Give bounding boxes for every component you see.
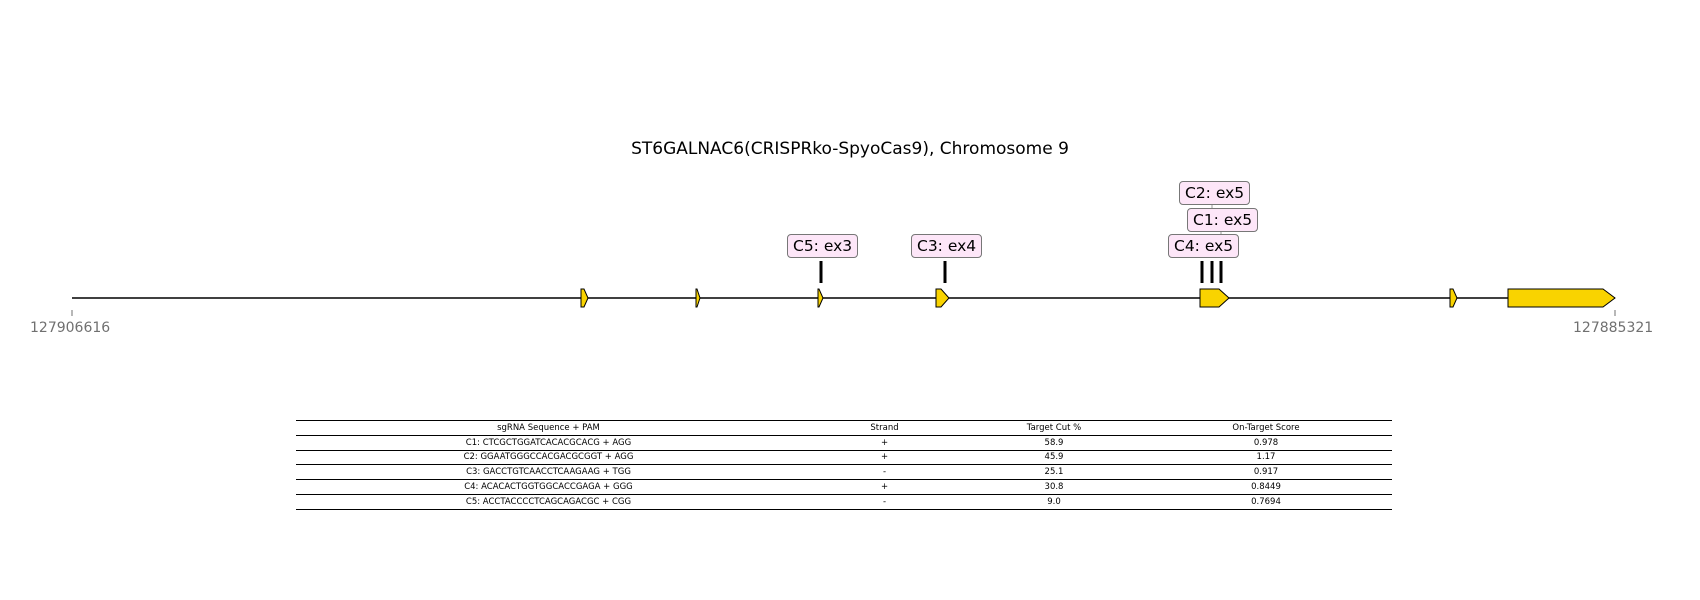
guide-label-c2: C2: ex5 <box>1179 181 1251 205</box>
cell-strand: - <box>801 494 968 510</box>
header-cut: Target Cut % <box>968 420 1140 436</box>
cell-cut: 45.9 <box>968 450 1140 466</box>
exon-3 <box>817 288 824 308</box>
table-header-row: sgRNA Sequence + PAM Strand Target Cut %… <box>296 420 1392 436</box>
table-row: C1: CTCGCTGGATCACACGCACG + AGG + 58.9 0.… <box>296 435 1392 451</box>
table-row: C5: ACCTACCCCTCAGCAGACGC + CGG - 9.0 0.7… <box>296 494 1392 510</box>
cell-strand: + <box>801 450 968 466</box>
cell-score: 0.8449 <box>1140 479 1392 495</box>
exon-7 <box>1507 288 1616 308</box>
header-score: On-Target Score <box>1140 420 1392 436</box>
cell-sequence: C3: GACCTGTCAACCTCAAGAAG + TGG <box>296 464 801 481</box>
gene-track <box>71 203 1616 316</box>
gene-figure: ST6GALNAC6(CRISPRko-SpyoCas9), Chromosom… <box>0 0 1700 600</box>
guide-label-c4: C4: ex5 <box>1168 234 1240 258</box>
header-sequence: sgRNA Sequence + PAM <box>296 420 801 436</box>
cell-sequence: C4: ACACACTGGTGGCACCGAGA + GGG <box>296 479 801 495</box>
cell-score: 0.978 <box>1140 435 1392 451</box>
table-row: C3: GACCTGTCAACCTCAAGAAG + TGG - 25.1 0.… <box>296 464 1392 481</box>
cell-score: 0.7694 <box>1140 494 1392 510</box>
exon-5 <box>1199 288 1230 308</box>
table-row: C2: GGAATGGGCCACGACGCGGT + AGG + 45.9 1.… <box>296 450 1392 466</box>
cell-sequence: C1: CTCGCTGGATCACACGCACG + AGG <box>296 435 801 451</box>
header-strand: Strand <box>801 420 968 436</box>
guide-label-c5: C5: ex3 <box>787 234 859 258</box>
guide-table: sgRNA Sequence + PAM Strand Target Cut %… <box>296 420 1392 510</box>
exon-1 <box>580 288 589 308</box>
cell-score: 0.917 <box>1140 464 1392 481</box>
table-row: C4: ACACACTGGTGGCACCGAGA + GGG + 30.8 0.… <box>296 479 1392 495</box>
exon-4 <box>935 288 950 308</box>
cell-strand: - <box>801 464 968 481</box>
coordinate-end: 127885321 <box>1573 320 1654 336</box>
cell-strand: + <box>801 479 968 495</box>
cell-cut: 25.1 <box>968 464 1140 481</box>
cell-strand: + <box>801 435 968 451</box>
guide-label-c3: C3: ex4 <box>911 234 983 258</box>
cell-cut: 9.0 <box>968 494 1140 510</box>
cell-sequence: C2: GGAATGGGCCACGACGCGGT + AGG <box>296 450 801 466</box>
exon-2 <box>695 288 701 308</box>
cell-cut: 58.9 <box>968 435 1140 451</box>
coordinate-start: 127906616 <box>30 320 111 336</box>
cell-score: 1.17 <box>1140 450 1392 466</box>
exon-6 <box>1449 288 1458 308</box>
cell-sequence: C5: ACCTACCCCTCAGCAGACGC + CGG <box>296 494 801 510</box>
guide-label-c1: C1: ex5 <box>1187 208 1259 232</box>
cell-cut: 30.8 <box>968 479 1140 495</box>
